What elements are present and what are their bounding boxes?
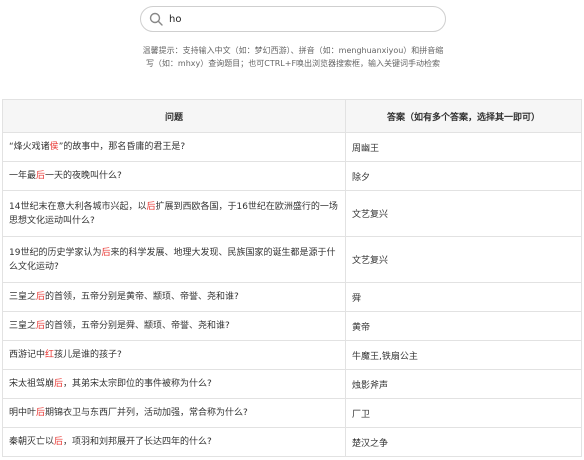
table-row: 一年最后一天的夜晚叫什么? 除夕 bbox=[2, 161, 582, 191]
table-row: 明中叶后期锦衣卫与东西厂并列，活动加强，常合称为什么? 厂卫 bbox=[2, 398, 582, 428]
header-answer: 答案（如有多个答案，选择其一即可） bbox=[345, 99, 582, 133]
answer-cell: 周幽王 bbox=[345, 132, 582, 162]
table-row: 14世纪末在意大利各城市兴起，以后扩展到西欧各国，于16世纪在欧洲盛行的一场思想… bbox=[2, 190, 582, 237]
answer-cell: 厂卫 bbox=[345, 398, 582, 428]
question-cell: 一年最后一天的夜晚叫什么? bbox=[2, 161, 346, 191]
question-cell: “烽火戏诸侯”的故事中，那名昏庸的君王是? bbox=[2, 132, 346, 162]
answer-cell: 楚汉之争 bbox=[345, 427, 582, 457]
answer-cell: 舜 bbox=[345, 282, 582, 312]
keyword-highlight: 后 bbox=[36, 408, 46, 418]
keyword-highlight: 后 bbox=[36, 292, 46, 302]
table-header-row: 问题 答案（如有多个答案，选择其一即可） bbox=[2, 99, 582, 133]
keyword-highlight: 后 bbox=[36, 321, 46, 331]
table-row: 宋太祖驾崩后，其弟宋太宗即位的事件被称为什么? 烛影斧声 bbox=[2, 369, 582, 399]
question-cell: 三皇之后的首领，五帝分别是黄帝、颛顼、帝誉、尧和谁? bbox=[2, 282, 346, 312]
answer-cell: 除夕 bbox=[345, 161, 582, 191]
answer-cell: 牛魔王,铁扇公主 bbox=[345, 340, 582, 370]
header-question: 问题 bbox=[2, 99, 346, 133]
table-row: 秦朝灭亡以后，项羽和刘邦展开了长达四年的什么? 楚汉之争 bbox=[2, 427, 582, 457]
table-row: 三皇之后的首领，五帝分别是舜、颛顼、帝誉、尧和谁? 黄帝 bbox=[2, 311, 582, 341]
qa-table: 问题 答案（如有多个答案，选择其一即可） “烽火戏诸侯”的故事中，那名昏庸的君王… bbox=[2, 99, 582, 457]
keyword-highlight: 侯 bbox=[49, 142, 59, 152]
search-tips: 温馨提示：支持输入中文（如：梦幻西游）、拼音（如：menghuanxiyou）和… bbox=[120, 44, 466, 70]
table-row: “烽火戏诸侯”的故事中，那名昏庸的君王是? 周幽王 bbox=[2, 132, 582, 162]
tips-line-1: 温馨提示：支持输入中文（如：梦幻西游）、拼音（如：menghuanxiyou）和… bbox=[142, 46, 444, 55]
answer-cell: 文艺复兴 bbox=[345, 190, 582, 237]
question-cell: 19世纪的历史学家认为后来的科学发展、地理大发现、民族国家的诞生都是源于什么文化… bbox=[2, 236, 346, 283]
search-box[interactable] bbox=[140, 6, 446, 32]
answer-cell: 烛影斧声 bbox=[345, 369, 582, 399]
question-cell: 西游记中红孩儿是谁的孩子? bbox=[2, 340, 346, 370]
table-row: 西游记中红孩儿是谁的孩子? 牛魔王,铁扇公主 bbox=[2, 340, 582, 370]
question-cell: 宋太祖驾崩后，其弟宋太宗即位的事件被称为什么? bbox=[2, 369, 346, 399]
search-icon bbox=[149, 12, 163, 26]
question-cell: 14世纪末在意大利各城市兴起，以后扩展到西欧各国，于16世纪在欧洲盛行的一场思想… bbox=[2, 190, 346, 237]
keyword-highlight: 后 bbox=[36, 171, 46, 181]
keyword-highlight: 后 bbox=[54, 437, 64, 447]
question-cell: 三皇之后的首领，五帝分别是舜、颛顼、帝誉、尧和谁? bbox=[2, 311, 346, 341]
tips-line-2: 写（如：mhxy）查询题目；也可CTRL+F唤出浏览器搜索框，输入关键词手动检索 bbox=[145, 59, 441, 68]
question-cell: 明中叶后期锦衣卫与东西厂并列，活动加强，常合称为什么? bbox=[2, 398, 346, 428]
keyword-highlight: 后 bbox=[54, 379, 64, 389]
search-input[interactable] bbox=[169, 11, 429, 27]
table-row: 三皇之后的首领，五帝分别是黄帝、颛顼、帝誉、尧和谁? 舜 bbox=[2, 282, 582, 312]
answer-cell: 文艺复兴 bbox=[345, 236, 582, 283]
answer-cell: 黄帝 bbox=[345, 311, 582, 341]
keyword-highlight: 红 bbox=[45, 350, 55, 360]
question-cell: 秦朝灭亡以后，项羽和刘邦展开了长达四年的什么? bbox=[2, 427, 346, 457]
table-row: 19世纪的历史学家认为后来的科学发展、地理大发现、民族国家的诞生都是源于什么文化… bbox=[2, 236, 582, 283]
